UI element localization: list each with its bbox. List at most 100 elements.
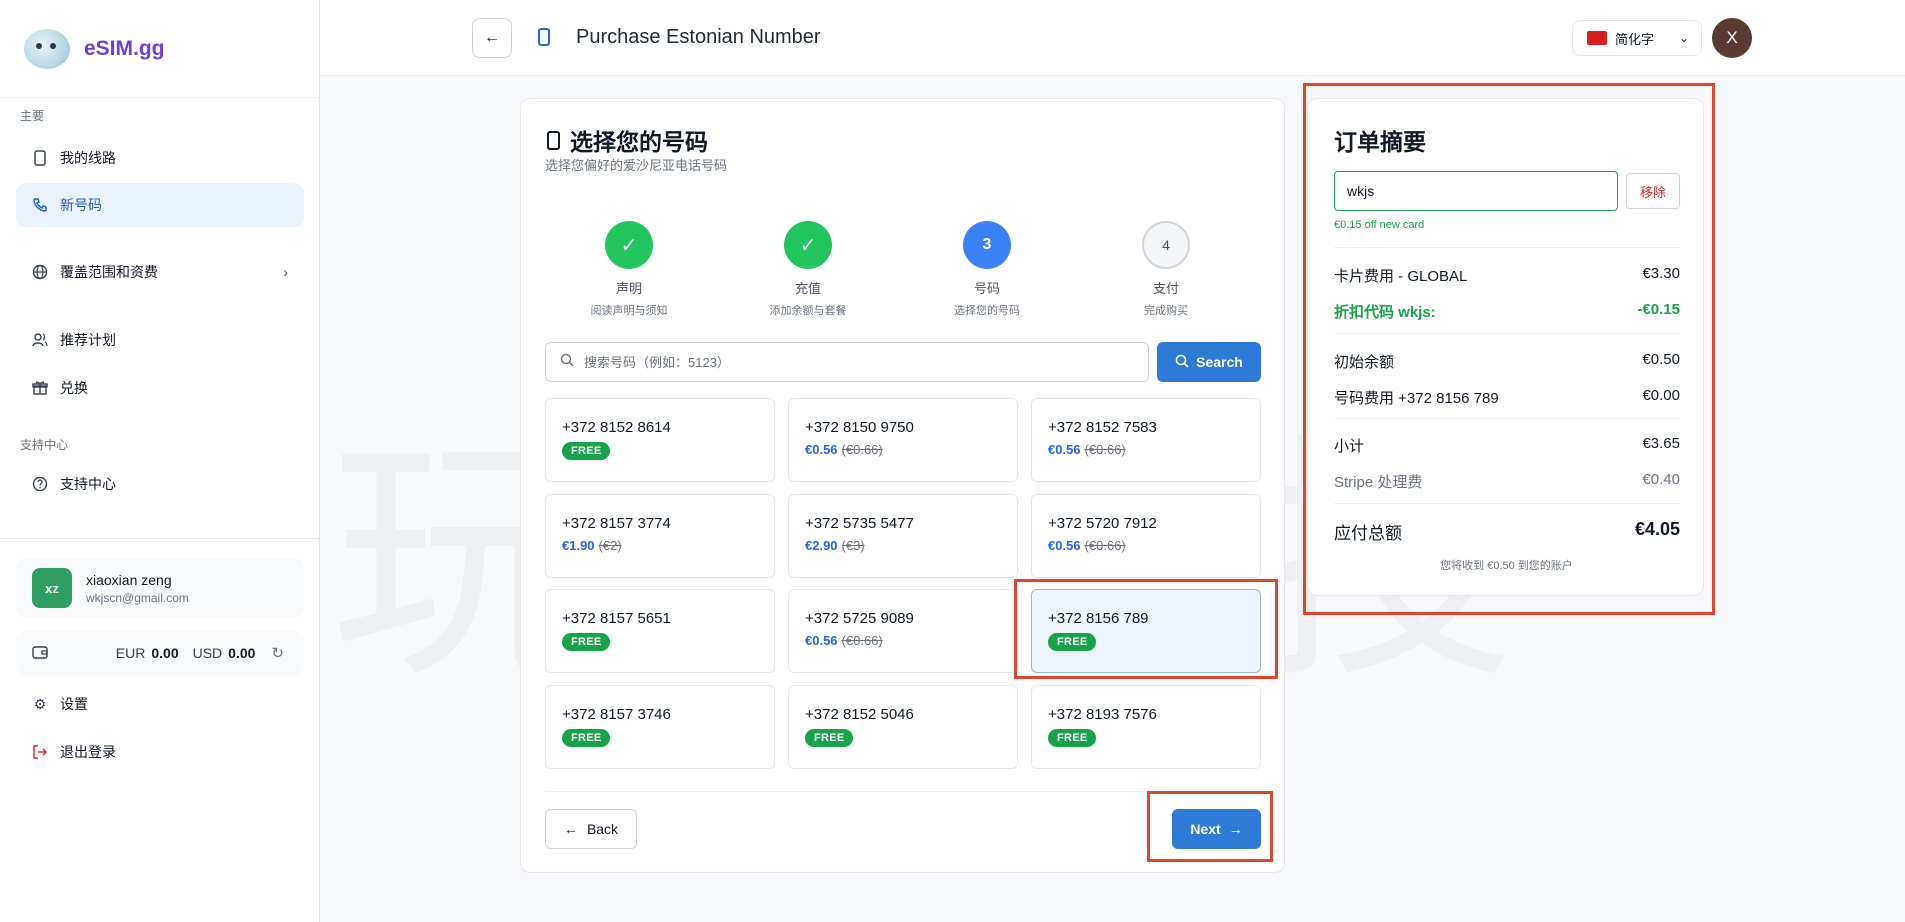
brand-name: eSIM.gg bbox=[84, 36, 165, 60]
sidebar-item-label: 新号码 bbox=[60, 197, 102, 213]
price: €0.56 (€0.66) bbox=[805, 633, 1017, 648]
sidebar-item-coverage[interactable]: 覆盖范围和资费 › bbox=[16, 250, 304, 294]
help-circle-icon bbox=[32, 476, 48, 492]
card-subtitle: 选择您偏好的爱沙尼亚电话号码 bbox=[545, 158, 728, 173]
phone-number: +372 8150 9750 bbox=[805, 419, 914, 436]
step-name: 充值 bbox=[794, 281, 821, 296]
summary-row-initial-balance: 初始余额 €0.50 bbox=[1334, 351, 1680, 372]
sidebar-item-settings[interactable]: ⚙ 设置 bbox=[16, 682, 304, 726]
section-label-main: 主要 bbox=[20, 109, 45, 123]
price: €1.90 (€2) bbox=[562, 538, 774, 553]
header-back-button[interactable]: ← bbox=[472, 18, 512, 58]
row-value: €0.00 bbox=[1642, 387, 1680, 404]
free-badge: FREE bbox=[562, 729, 610, 747]
next-button[interactable]: Next → bbox=[1172, 809, 1261, 849]
sidebar-divider bbox=[0, 538, 320, 539]
step-name: 声明 bbox=[615, 281, 642, 296]
phone-number: +372 8152 8614 bbox=[562, 419, 671, 436]
free-badge: FREE bbox=[805, 729, 853, 747]
globe-icon bbox=[32, 264, 48, 280]
number-grid: +372 8152 8614 FREE +372 8150 9750 €0.56… bbox=[545, 398, 1261, 769]
sidebar-item-label: 退出登录 bbox=[60, 744, 116, 760]
number-option[interactable]: +372 5720 7912 €0.56 (€0.66) bbox=[1031, 494, 1261, 578]
step-2: ✓ 充值 添加余额与套餐 bbox=[748, 221, 868, 318]
sidebar-item-label: 支持中心 bbox=[60, 476, 116, 492]
row-value: €3.30 bbox=[1642, 265, 1680, 282]
search-input[interactable] bbox=[584, 354, 1124, 370]
sidebar-item-redeem[interactable]: 兑换 bbox=[16, 366, 304, 410]
sidebar-item-my-lines[interactable]: 我的线路 bbox=[16, 136, 304, 180]
number-option[interactable]: +372 8157 3774 €1.90 (€2) bbox=[545, 494, 775, 578]
number-option[interactable]: +372 8152 7583 €0.56 (€0.66) bbox=[1031, 398, 1261, 482]
phone-number: +372 8156 789 bbox=[1048, 610, 1149, 627]
free-badge: FREE bbox=[562, 633, 610, 651]
phone-number: +372 8157 5651 bbox=[562, 610, 671, 627]
sidebar-item-referral[interactable]: 推荐计划 bbox=[16, 318, 304, 362]
number-option[interactable]: +372 8152 5046 FREE bbox=[788, 685, 1018, 769]
gift-icon bbox=[32, 380, 48, 396]
top-header: ← Purchase Estonian Number 简化字 ⌄ X bbox=[320, 0, 1905, 76]
sidebar-item-support[interactable]: 支持中心 bbox=[16, 462, 304, 506]
search-button[interactable]: Search bbox=[1157, 342, 1261, 382]
number-option[interactable]: +372 5725 9089 €0.56 (€0.66) bbox=[788, 589, 1018, 673]
gear-icon: ⚙ bbox=[33, 695, 47, 712]
summary-note: 您将收到 €0.50 到您的账户 bbox=[1440, 560, 1573, 572]
user-name: xiaoxian zeng bbox=[86, 571, 172, 588]
price: €0.56 (€0.66) bbox=[1048, 538, 1260, 553]
row-value: €4.05 bbox=[1634, 519, 1680, 539]
number-option-selected[interactable]: +372 8156 789 FREE bbox=[1031, 589, 1261, 673]
step-name: 号码 bbox=[973, 281, 1000, 296]
arrow-left-icon: ← bbox=[563, 821, 578, 837]
header-avatar[interactable]: X bbox=[1712, 18, 1752, 58]
sidebar-item-new-number[interactable]: 新号码 bbox=[16, 183, 304, 227]
back-button[interactable]: ← Back bbox=[545, 809, 637, 849]
user-card[interactable]: xz xiaoxian zeng wkjscn@gmail.com bbox=[16, 557, 304, 619]
number-option[interactable]: +372 8157 3746 FREE bbox=[545, 685, 775, 769]
row-label: 小计 bbox=[1334, 438, 1365, 455]
users-icon bbox=[32, 332, 48, 348]
number-option[interactable]: +372 8152 8614 FREE bbox=[545, 398, 775, 482]
brand[interactable]: eSIM.gg bbox=[0, 0, 319, 98]
price: €2.90 (€3) bbox=[805, 538, 1017, 553]
phone-icon bbox=[32, 150, 48, 166]
search-icon bbox=[1175, 354, 1189, 371]
step-number: 4 bbox=[1142, 221, 1190, 269]
language-label: 简化字 bbox=[1615, 31, 1655, 47]
summary-row-stripe-fee: Stripe 处理费 €0.40 bbox=[1334, 471, 1680, 492]
card-title: 选择您的号码 bbox=[547, 123, 708, 157]
sidebar-item-label: 我的线路 bbox=[60, 150, 116, 166]
refresh-icon[interactable]: ↻ bbox=[271, 644, 284, 662]
eur-balance: 0.00 bbox=[151, 645, 179, 661]
step-desc: 完成购买 bbox=[1144, 305, 1188, 317]
search-field[interactable] bbox=[545, 342, 1149, 382]
language-selector[interactable]: 简化字 ⌄ bbox=[1572, 20, 1702, 56]
price-value: €0.56 bbox=[1048, 442, 1081, 457]
sidebar-item-logout[interactable]: 退出登录 bbox=[16, 730, 304, 774]
summary-divider bbox=[1334, 247, 1680, 248]
row-label: Stripe 处理费 bbox=[1334, 474, 1423, 491]
price-value: €2.90 bbox=[805, 538, 838, 553]
original-price: (€0.66) bbox=[1084, 538, 1126, 553]
summary-divider bbox=[1334, 503, 1680, 504]
coupon-input[interactable]: wkjs bbox=[1334, 171, 1618, 211]
summary-row-total: 应付总额 €4.05 bbox=[1334, 519, 1680, 544]
remove-coupon-button[interactable]: 移除 bbox=[1626, 173, 1680, 209]
original-price: (€0.66) bbox=[1084, 442, 1126, 457]
number-selection-card: 选择您的号码 选择您偏好的爱沙尼亚电话号码 ✓ 声明 阅读声明与须知 ✓ 充值 … bbox=[520, 98, 1285, 873]
free-badge: FREE bbox=[1048, 633, 1096, 651]
brand-logo bbox=[24, 28, 70, 69]
step-3: 3 号码 选择您的号码 bbox=[927, 221, 1047, 318]
number-option[interactable]: +372 8150 9750 €0.56 (€0.66) bbox=[788, 398, 1018, 482]
number-option[interactable]: +372 5735 5477 €2.90 (€3) bbox=[788, 494, 1018, 578]
row-label: 号码费用 +372 8156 789 bbox=[1334, 390, 1499, 407]
phone-number: +372 5720 7912 bbox=[1048, 515, 1157, 532]
user-email: wkjscn@gmail.com bbox=[86, 590, 189, 605]
summary-row-number-fee: 号码费用 +372 8156 789 €0.00 bbox=[1334, 387, 1680, 408]
row-label: 折扣代码 wkjs: bbox=[1334, 304, 1436, 321]
number-option[interactable]: +372 8157 5651 FREE bbox=[545, 589, 775, 673]
number-option[interactable]: +372 8193 7576 FREE bbox=[1031, 685, 1261, 769]
original-price: (€3) bbox=[841, 538, 865, 553]
balance-card: EUR 0.00 USD 0.00 ↻ bbox=[16, 630, 304, 676]
phone-number: +372 8152 7583 bbox=[1048, 419, 1157, 436]
phone-call-icon bbox=[32, 197, 48, 213]
